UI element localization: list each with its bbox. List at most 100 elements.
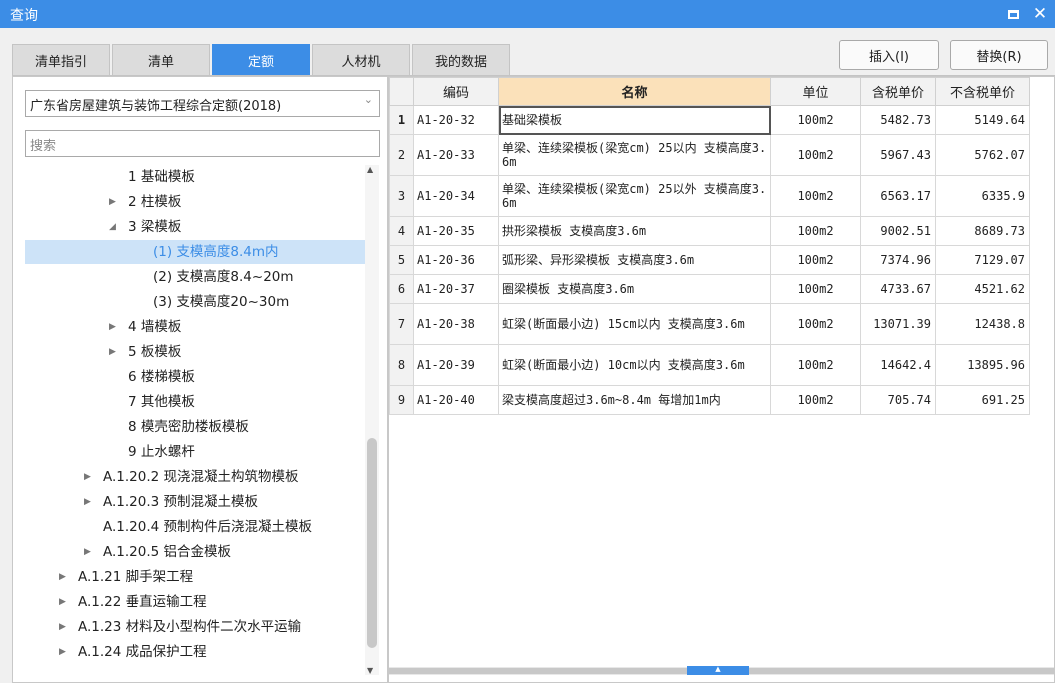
tab-my-data[interactable]: 我的数据 xyxy=(412,44,510,76)
tree-item[interactable]: 8 模壳密肋楼板模板 xyxy=(13,415,365,439)
cell-notax-price[interactable]: 12438.8 xyxy=(935,303,1030,345)
cell-unit[interactable]: 100m2 xyxy=(770,175,861,217)
tree-item[interactable]: 9 止水螺杆 xyxy=(13,440,365,464)
expand-icon[interactable]: ▶ xyxy=(84,465,91,489)
tree-item[interactable]: ▶ A.1.20.3 预制混凝土模板 xyxy=(13,490,365,514)
column-header-tax-price[interactable]: 含税单价 xyxy=(860,77,936,106)
tree-item[interactable]: ▶ A.1.22 垂直运输工程 xyxy=(13,590,365,614)
cell-code[interactable]: A1-20-37 xyxy=(413,274,499,304)
scroll-grip-icon[interactable]: ▲ xyxy=(687,666,749,675)
tree-item[interactable]: ▶ 4 墙模板 xyxy=(13,315,365,339)
cell-notax-price[interactable]: 8689.73 xyxy=(935,216,1030,246)
expand-icon[interactable]: ▶ xyxy=(59,590,66,614)
search-input[interactable]: 搜索 xyxy=(25,130,380,157)
cell-notax-price[interactable]: 691.25 xyxy=(935,385,1030,415)
cell-name[interactable]: 单梁、连续梁模板(梁宽cm) 25以外 支模高度3.6m xyxy=(498,175,771,217)
cell-code[interactable]: A1-20-38 xyxy=(413,303,499,345)
cell-notax-price[interactable]: 7129.07 xyxy=(935,245,1030,275)
replace-button[interactable]: 替换(R) xyxy=(950,40,1048,70)
expand-icon[interactable]: ▶ xyxy=(109,315,116,339)
cell-tax-price[interactable]: 7374.96 xyxy=(860,245,936,275)
table-row[interactable]: 2 A1-20-33 单梁、连续梁模板(梁宽cm) 25以内 支模高度3.6m … xyxy=(389,134,1030,176)
tree-item-selected[interactable]: (1) 支模高度8.4m内 xyxy=(25,240,365,264)
cell-unit[interactable]: 100m2 xyxy=(770,303,861,345)
tree-item[interactable]: ◢ 3 梁模板 xyxy=(13,215,365,239)
cell-name[interactable]: 梁支模高度超过3.6m~8.4m 每增加1m内 xyxy=(498,385,771,415)
tree-item[interactable]: 7 其他模板 xyxy=(13,390,365,414)
cell-name[interactable]: 拱形梁模板 支模高度3.6m xyxy=(498,216,771,246)
cell-unit[interactable]: 100m2 xyxy=(770,385,861,415)
cell-tax-price[interactable]: 4733.67 xyxy=(860,274,936,304)
cell-tax-price[interactable]: 705.74 xyxy=(860,385,936,415)
cell-notax-price[interactable]: 4521.62 xyxy=(935,274,1030,304)
table-row[interactable]: 3 A1-20-34 单梁、连续梁模板(梁宽cm) 25以外 支模高度3.6m … xyxy=(389,175,1030,217)
column-header-unit[interactable]: 单位 xyxy=(770,77,861,106)
cell-tax-price[interactable]: 13071.39 xyxy=(860,303,936,345)
collapse-icon[interactable]: ◢ xyxy=(109,215,116,239)
tree-scrollbar-thumb[interactable] xyxy=(367,438,377,648)
tree-item[interactable]: ▶ A.1.23 材料及小型构件二次水平运输 xyxy=(13,615,365,639)
scroll-down-icon[interactable]: ▼ xyxy=(367,666,373,675)
cell-name[interactable]: 虹梁(断面最小边) 15cm以内 支模高度3.6m xyxy=(498,303,771,345)
cell-tax-price[interactable]: 9002.51 xyxy=(860,216,936,246)
tree-item[interactable]: 6 楼梯模板 xyxy=(13,365,365,389)
cell-name[interactable]: 圈梁模板 支模高度3.6m xyxy=(498,274,771,304)
table-row[interactable]: 1 A1-20-32 基础梁模板 100m2 5482.73 5149.64 xyxy=(389,105,1030,135)
insert-button[interactable]: 插入(I) xyxy=(839,40,939,70)
tab-list-guide[interactable]: 清单指引 xyxy=(12,44,110,76)
tree-item[interactable]: ▶ A.1.20.5 铝合金模板 xyxy=(13,540,365,564)
expand-icon[interactable]: ▶ xyxy=(84,540,91,564)
expand-icon[interactable]: ▶ xyxy=(109,190,116,214)
cell-code[interactable]: A1-20-36 xyxy=(413,245,499,275)
column-header-code[interactable]: 编码 xyxy=(413,77,499,106)
tab-quota[interactable]: 定额 xyxy=(212,44,310,76)
table-row[interactable]: 5 A1-20-36 弧形梁、异形梁模板 支模高度3.6m 100m2 7374… xyxy=(389,245,1030,275)
cell-name[interactable]: 弧形梁、异形梁模板 支模高度3.6m xyxy=(498,245,771,275)
cell-name[interactable]: 虹梁(断面最小边) 10cm以内 支模高度3.6m xyxy=(498,344,771,386)
tab-labor-material-machine[interactable]: 人材机 xyxy=(312,44,410,76)
cell-code[interactable]: A1-20-39 xyxy=(413,344,499,386)
column-header-name[interactable]: 名称 xyxy=(498,77,771,106)
cell-unit[interactable]: 100m2 xyxy=(770,216,861,246)
cell-unit[interactable]: 100m2 xyxy=(770,274,861,304)
tree-item[interactable]: ▶ A.1.21 脚手架工程 xyxy=(13,565,365,589)
expand-icon[interactable]: ▶ xyxy=(59,565,66,589)
table-row[interactable]: 6 A1-20-37 圈梁模板 支模高度3.6m 100m2 4733.67 4… xyxy=(389,274,1030,304)
table-row[interactable]: 8 A1-20-39 虹梁(断面最小边) 10cm以内 支模高度3.6m 100… xyxy=(389,344,1030,386)
cell-notax-price[interactable]: 6335.9 xyxy=(935,175,1030,217)
cell-name[interactable]: 单梁、连续梁模板(梁宽cm) 25以内 支模高度3.6m xyxy=(498,134,771,176)
close-button[interactable]: ✕ xyxy=(1027,0,1053,28)
cell-tax-price[interactable]: 5967.43 xyxy=(860,134,936,176)
tree-item[interactable]: 1 基础模板 xyxy=(13,165,365,189)
cell-code[interactable]: A1-20-35 xyxy=(413,216,499,246)
cell-unit[interactable]: 100m2 xyxy=(770,105,861,135)
tree-item[interactable]: (3) 支模高度20~30m xyxy=(13,290,365,314)
expand-icon[interactable]: ▶ xyxy=(59,640,66,664)
cell-code[interactable]: A1-20-40 xyxy=(413,385,499,415)
cell-code[interactable]: A1-20-33 xyxy=(413,134,499,176)
table-row[interactable]: 7 A1-20-38 虹梁(断面最小边) 15cm以内 支模高度3.6m 100… xyxy=(389,303,1030,345)
expand-icon[interactable]: ▶ xyxy=(109,340,116,364)
scroll-up-icon[interactable]: ▲ xyxy=(367,165,373,174)
cell-tax-price[interactable]: 14642.4 xyxy=(860,344,936,386)
tree-scrollbar[interactable]: ▲ ▼ xyxy=(365,165,379,675)
cell-tax-price[interactable]: 5482.73 xyxy=(860,105,936,135)
maximize-button[interactable] xyxy=(1000,0,1026,28)
cell-code[interactable]: A1-20-34 xyxy=(413,175,499,217)
tree-item[interactable]: ▶ 2 柱模板 xyxy=(13,190,365,214)
tree-item[interactable]: ▶ 5 板模板 xyxy=(13,340,365,364)
cell-name[interactable]: 基础梁模板 xyxy=(498,105,771,135)
grid-horizontal-scrollbar[interactable]: ▲ xyxy=(389,666,1054,675)
tree-item[interactable]: A.1.20.4 预制构件后浇混凝土模板 xyxy=(13,515,365,539)
cell-unit[interactable]: 100m2 xyxy=(770,344,861,386)
tree-item[interactable]: (2) 支模高度8.4~20m xyxy=(13,265,365,289)
table-row[interactable]: 4 A1-20-35 拱形梁模板 支模高度3.6m 100m2 9002.51 … xyxy=(389,216,1030,246)
table-row[interactable]: 9 A1-20-40 梁支模高度超过3.6m~8.4m 每增加1m内 100m2… xyxy=(389,385,1030,415)
cell-code[interactable]: A1-20-32 xyxy=(413,105,499,135)
cell-notax-price[interactable]: 13895.96 xyxy=(935,344,1030,386)
cell-notax-price[interactable]: 5149.64 xyxy=(935,105,1030,135)
column-header-notax-price[interactable]: 不含税单价 xyxy=(935,77,1030,106)
quota-library-select[interactable]: 广东省房屋建筑与装饰工程综合定额(2018) ⌄ xyxy=(25,90,380,117)
expand-icon[interactable]: ▶ xyxy=(59,615,66,639)
tree-item[interactable]: ▶ A.1.20.2 现浇混凝土构筑物模板 xyxy=(13,465,365,489)
